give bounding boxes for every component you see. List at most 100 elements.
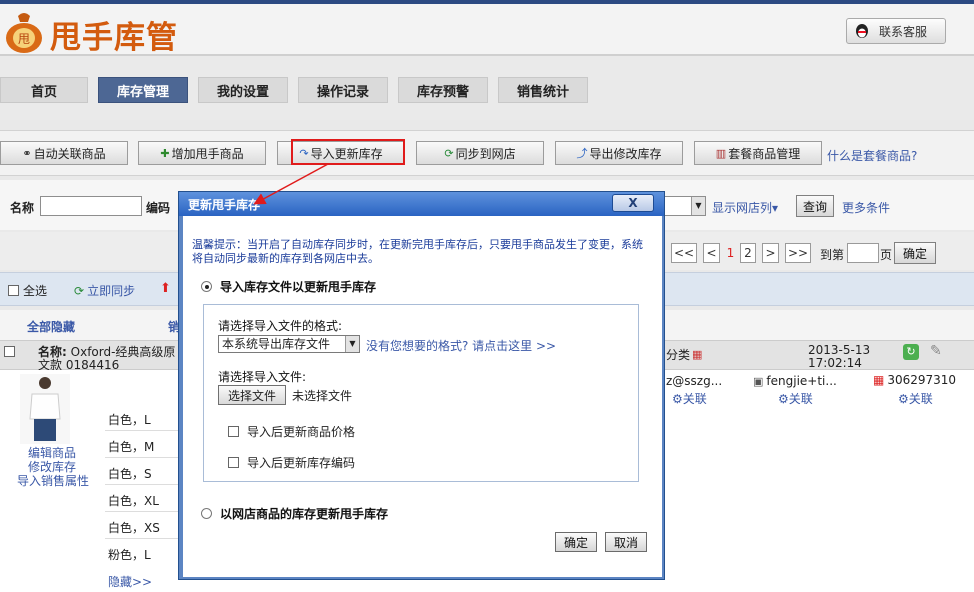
divider [105, 430, 179, 431]
category-label: 分类 [666, 348, 691, 362]
dialog-close-button[interactable]: X [612, 194, 654, 212]
show-shop-columns-link[interactable]: 显示网店列▾ [712, 199, 778, 216]
category-icon: ▦ [692, 348, 703, 361]
hide-all-link[interactable]: 全部隐藏 [27, 318, 75, 335]
item-time: 17:02:14 [808, 356, 862, 370]
file-status: 未选择文件 [292, 389, 353, 403]
option-import-file[interactable]: 导入库存文件以更新甩手库存 [201, 278, 376, 295]
format-help-link[interactable]: 没有您想要的格式? 请点击这里 >> [366, 337, 556, 354]
update-price-label: 导入后更新商品价格 [247, 425, 356, 439]
main-nav: 首页 库存管理 我的设置 操作记录 库存预警 销售统计 [0, 60, 974, 120]
auto-link-products-label: 自动关联商品 [33, 146, 106, 161]
auto-link-products-button[interactable]: ⚭ 自动关联商品 [0, 141, 128, 165]
sync-now-link[interactable]: ⟳ 立即同步 [74, 282, 135, 299]
sync-to-shop-button[interactable]: ⟳ 同步到网店 [416, 141, 544, 165]
sync-to-shop-label: 同步到网店 [455, 146, 516, 161]
sync-icon: ⟳ [74, 283, 85, 298]
more-conditions-link[interactable]: 更多条件 [842, 199, 890, 216]
money-bag-icon: 甩 [6, 13, 42, 53]
update-stock-dialog: 更新甩手库存 X 温馨提示：当开启了自动库存同步时，在更新完甩手库存后，只要甩手… [178, 191, 665, 580]
tab-operation-log[interactable]: 操作记录 [298, 77, 388, 103]
format-select[interactable]: 本系统导出库存文件 ▼ [218, 335, 360, 353]
plus-leaf-icon: ✚ [160, 146, 170, 160]
update-code-option[interactable]: 导入后更新库存编码 [228, 454, 355, 471]
code-label: 编码 [146, 201, 171, 215]
sku-row: 粉色，L [108, 548, 151, 562]
query-button[interactable]: 查询 [796, 195, 834, 217]
radio-shop-stock[interactable] [201, 508, 212, 519]
page-1[interactable]: 1 [723, 243, 738, 263]
update-price-option[interactable]: 导入后更新商品价格 [228, 423, 355, 440]
link-button[interactable]: ⚙关联 [778, 390, 813, 407]
bundle-icon: ▥ [715, 146, 727, 160]
update-code-checkbox[interactable] [228, 457, 239, 468]
product-thumbnail[interactable] [20, 374, 70, 444]
option-shop-stock[interactable]: 以网店商品的库存更新甩手库存 [201, 505, 388, 522]
bundle-products-label: 套餐商品管理 [728, 146, 801, 161]
last-page-button[interactable]: >> [785, 243, 811, 263]
goto-confirm-button[interactable]: 确定 [894, 242, 936, 264]
filter-select[interactable]: ▼ [660, 196, 706, 216]
dialog-title-text: 更新甩手库存 [188, 197, 261, 212]
next-page-button[interactable]: > [762, 243, 779, 263]
link-button[interactable]: ⚙关联 [898, 390, 933, 407]
tab-my-settings[interactable]: 我的设置 [198, 77, 288, 103]
hide-link[interactable]: 隐藏>> [108, 573, 152, 590]
divider [105, 511, 179, 512]
qq-penguin-icon [856, 24, 868, 38]
select-all-checkbox[interactable] [8, 285, 19, 296]
prev-page-button[interactable]: < [703, 243, 720, 263]
row-checkbox[interactable] [4, 346, 15, 357]
page-unit-label: 页 [880, 248, 893, 262]
option-import-file-label: 导入库存文件以更新甩手库存 [220, 280, 377, 294]
page-2[interactable]: 2 [740, 243, 756, 263]
tab-home[interactable]: 首页 [0, 77, 88, 103]
import-sales-attr-link[interactable]: 导入销售属性 [17, 472, 89, 489]
chevron-down-icon: ▼ [345, 336, 359, 352]
format-label: 请选择导入文件的格式: [218, 319, 343, 333]
export-modify-stock-button[interactable]: ⤴ 导出修改库存 [555, 141, 683, 165]
contact-service-label: 联系客服 [879, 24, 928, 39]
sku-row: 白色，L [108, 413, 151, 427]
dialog-ok-button[interactable]: 确定 [555, 532, 597, 552]
radio-import-file[interactable] [201, 281, 212, 292]
what-is-bundle-link[interactable]: 什么是套餐商品? [827, 147, 917, 164]
edit-pencil-icon[interactable]: ✎ [930, 343, 942, 359]
add-product-button[interactable]: ✚ 增加甩手商品 [138, 141, 266, 165]
select-all[interactable]: 全选 [8, 282, 47, 299]
tab-inventory[interactable]: 库存管理 [98, 77, 188, 103]
choose-file-button[interactable]: 选择文件 [218, 385, 286, 405]
shop-bag-icon: ▦ [873, 373, 885, 387]
contact-service-button[interactable]: 联系客服 [846, 18, 946, 44]
dialog-cancel-button[interactable]: 取消 [605, 532, 647, 552]
first-page-button[interactable]: << [671, 243, 697, 263]
name-input[interactable] [40, 196, 142, 216]
divider [105, 457, 179, 458]
tab-sales-stats[interactable]: 销售统计 [498, 77, 588, 103]
link-gear-icon: ⚙ [672, 392, 683, 406]
link-gear-icon: ⚙ [898, 392, 909, 406]
sku-row: 白色，XL [108, 494, 159, 508]
export-modify-stock-label: 导出修改库存 [589, 146, 662, 161]
update-price-checkbox[interactable] [228, 426, 239, 437]
bundle-products-button[interactable]: ▥ 套餐商品管理 [694, 141, 822, 165]
item-date: 2013-5-13 [808, 343, 871, 357]
file-label: 请选择导入文件: [218, 370, 307, 384]
link-label: 关联 [908, 392, 933, 406]
warm-tip: 温馨提示：当开启了自动库存同步时，在更新完甩手库存后，只要甩手商品发生了变更，系… [192, 238, 643, 265]
dialog-title: 更新甩手库存 [179, 192, 664, 216]
app-title: 甩手库管 [50, 20, 178, 56]
sync-now-label: 立即同步 [87, 284, 136, 298]
shop-logo-icon: ▣ [753, 374, 764, 388]
svg-text:甩: 甩 [18, 32, 30, 46]
goto-label: 到第 [820, 248, 845, 262]
option-shop-stock-label: 以网店商品的库存更新甩手库存 [220, 507, 389, 521]
link-button[interactable]: ⚙关联 [672, 390, 707, 407]
app-header: 甩 甩手库管 联系客服 [0, 4, 974, 56]
chevron-down-icon: ▼ [691, 197, 705, 215]
up-arrow-icon[interactable]: ⬆ [160, 281, 171, 296]
shop-account-1: z@sszg... [666, 374, 723, 388]
goto-page-input[interactable] [847, 243, 879, 263]
refresh-icon[interactable]: ↻ [903, 344, 919, 360]
tab-stock-alert[interactable]: 库存预警 [398, 77, 488, 103]
